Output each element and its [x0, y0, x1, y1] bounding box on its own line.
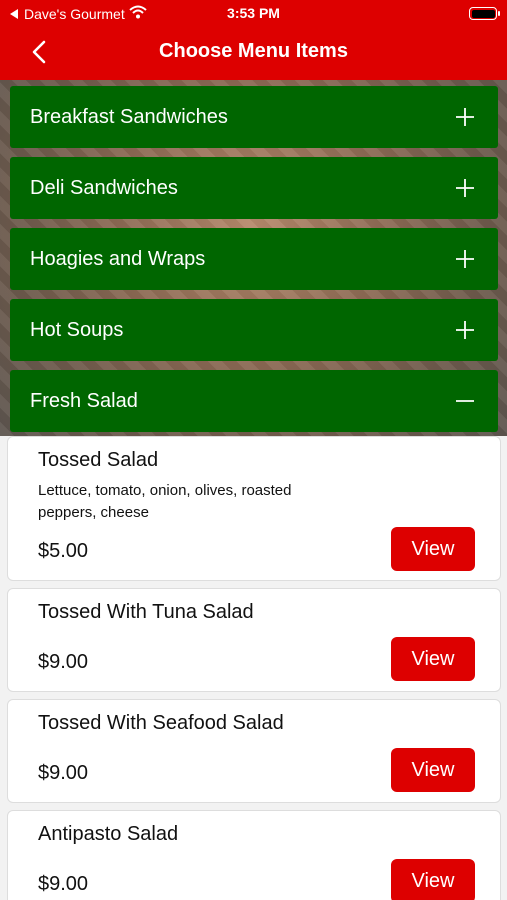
- category-deli-sandwiches[interactable]: Deli Sandwiches: [10, 157, 498, 219]
- app-header: Dave's Gourmet 3:53 PM Choose Menu Items: [0, 0, 507, 80]
- menu-item-card: Antipasto Salad $9.00 View: [7, 810, 501, 900]
- category-label: Deli Sandwiches: [30, 176, 178, 199]
- page-title: Choose Menu Items: [159, 40, 348, 62]
- item-name: Tossed Salad: [38, 449, 159, 471]
- category-hoagies-and-wraps[interactable]: Hoagies and Wraps: [10, 228, 498, 290]
- plus-icon: [454, 106, 476, 128]
- battery-icon: [469, 7, 500, 20]
- menu-item-card: Tossed With Seafood Salad $9.00 View: [7, 699, 501, 803]
- view-button[interactable]: View: [391, 748, 475, 792]
- item-name: Tossed With Seafood Salad: [38, 712, 284, 734]
- plus-icon: [454, 248, 476, 270]
- view-button[interactable]: View: [391, 527, 475, 571]
- category-hot-soups[interactable]: Hot Soups: [10, 299, 498, 361]
- item-price: $5.00: [38, 540, 89, 562]
- category-label: Hot Soups: [30, 318, 124, 341]
- minus-icon: [454, 390, 476, 412]
- category-label: Breakfast Sandwiches: [30, 105, 228, 128]
- view-button[interactable]: View: [391, 637, 475, 681]
- view-button[interactable]: View: [391, 859, 475, 900]
- category-label: Fresh Salad: [30, 389, 138, 412]
- item-name: Tossed With Tuna Salad: [38, 601, 254, 623]
- category-breakfast-sandwiches[interactable]: Breakfast Sandwiches: [10, 86, 498, 148]
- item-price: $9.00: [38, 873, 89, 895]
- plus-icon: [454, 319, 476, 341]
- item-price: $9.00: [38, 762, 89, 784]
- menu-item-card: Tossed Salad Lettuce, tomato, onion, oli…: [7, 436, 501, 581]
- status-time: 3:53 PM: [227, 5, 280, 21]
- plus-icon: [454, 177, 476, 199]
- salad-items-list: Tossed Salad Lettuce, tomato, onion, oli…: [0, 436, 507, 900]
- category-fresh-salad[interactable]: Fresh Salad: [10, 370, 498, 432]
- status-bar: Dave's Gourmet 3:53 PM: [0, 0, 507, 28]
- item-price: $9.00: [38, 651, 89, 673]
- item-name: Antipasto Salad: [38, 823, 179, 845]
- category-label: Hoagies and Wraps: [30, 247, 206, 270]
- item-description: Lettuce, tomato, onion, olives, roasted …: [38, 482, 292, 521]
- menu-item-card: Tossed With Tuna Salad $9.00 View: [7, 588, 501, 692]
